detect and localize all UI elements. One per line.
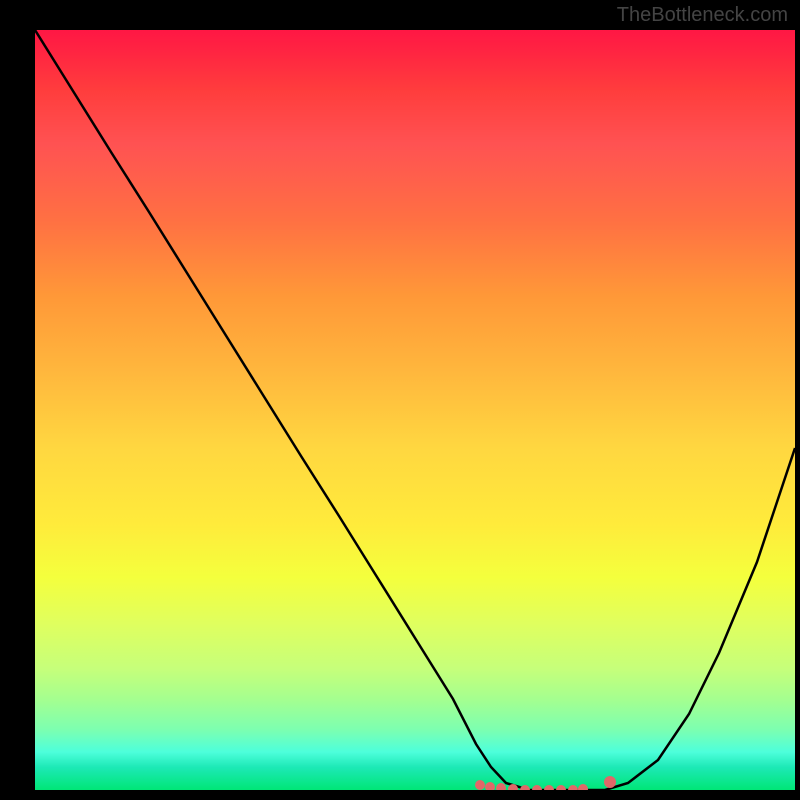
marker-points <box>475 776 616 790</box>
curve-path <box>35 30 795 790</box>
watermark-text: TheBottleneck.com <box>617 4 788 27</box>
chart-container: TheBottleneck.com <box>0 0 800 800</box>
bottleneck-curve-svg <box>35 30 795 790</box>
